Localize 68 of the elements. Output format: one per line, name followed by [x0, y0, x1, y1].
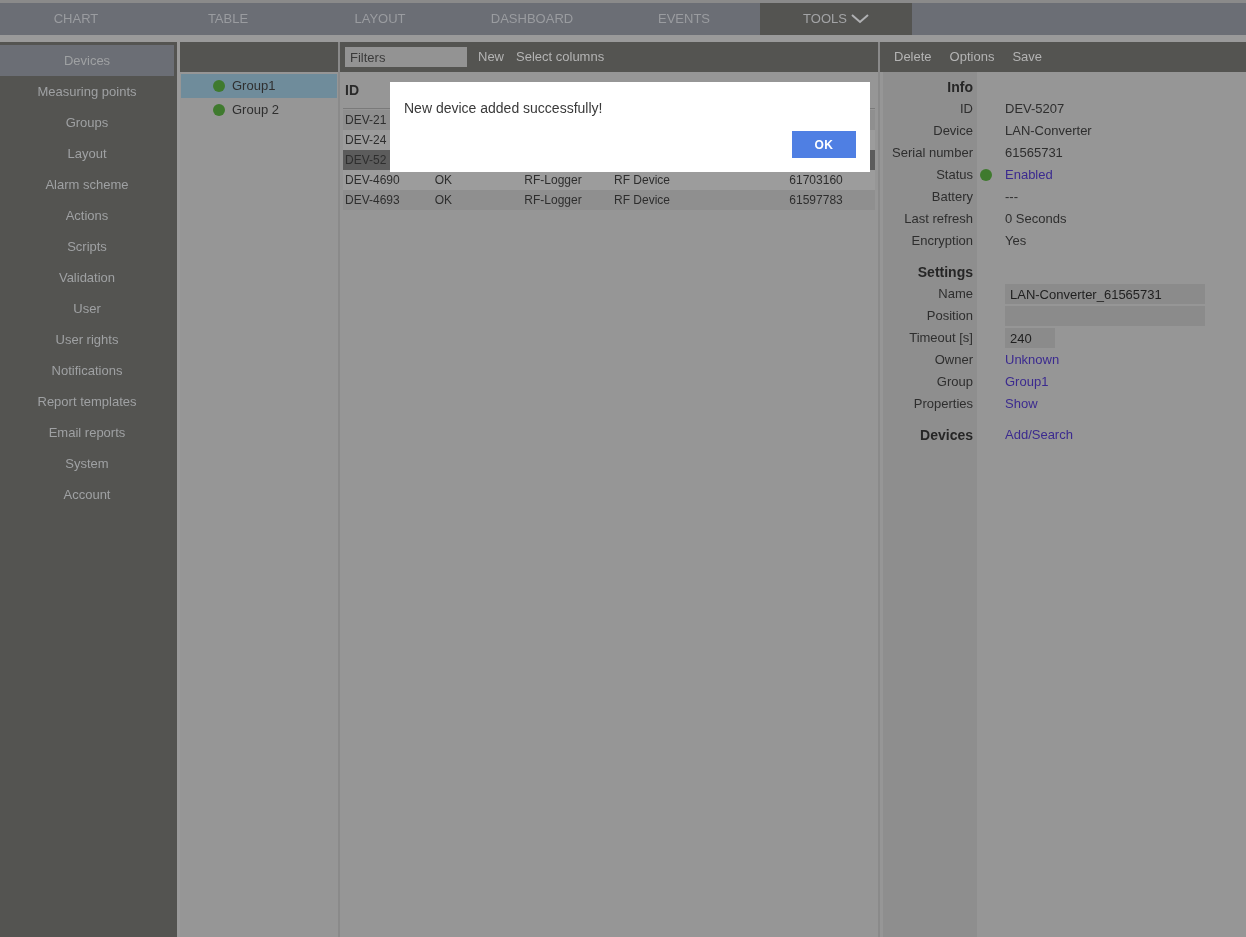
- text-field[interactable]: 240: [1005, 328, 1055, 348]
- table-cell-text: OK: [433, 172, 453, 189]
- field-label: Timeout [s]: [908, 329, 973, 348]
- sidebar-item[interactable]: Validation: [0, 262, 174, 293]
- dialog-message: New device added successfully!: [404, 99, 603, 118]
- toolbar-button[interactable]: Select columns: [515, 47, 606, 67]
- table-cell-text: RF-Logger: [523, 172, 583, 189]
- sidebar-item[interactable]: Layout: [0, 138, 174, 169]
- field-label: Status: [935, 166, 973, 185]
- sidebar-item[interactable]: User rights: [0, 324, 174, 355]
- field-label: ID: [959, 100, 973, 119]
- table-row[interactable]: DEV-4690 OK RF-Logger RF Device 61703160: [343, 170, 875, 190]
- field-label: Position: [925, 307, 973, 326]
- table-cell-text: 61597783: [788, 192, 844, 209]
- field-label: Group: [935, 373, 973, 392]
- sidebar-item[interactable]: System: [0, 448, 174, 479]
- field-value: DEV-5207: [1005, 100, 1065, 119]
- add-search-link[interactable]: Add/Search: [1005, 425, 1073, 445]
- field-value: ---: [1005, 188, 1018, 207]
- sidebar-item[interactable]: Account: [0, 479, 174, 510]
- sidebar-item[interactable]: Measuring points: [0, 76, 174, 107]
- table-cell-text: DEV-21: [344, 112, 388, 129]
- table-cell-text: RF Device: [613, 172, 672, 189]
- field-label: Last refresh: [903, 210, 973, 229]
- sidebar-item[interactable]: Groups: [0, 107, 174, 138]
- sidebar-item[interactable]: Email reports: [0, 417, 174, 448]
- filter-field[interactable]: Filters: [345, 47, 467, 67]
- section-title: Info: [946, 77, 973, 97]
- field-label: Encryption: [910, 232, 973, 251]
- sidebar-item[interactable]: Actions: [0, 200, 174, 231]
- table-cell-text: DEV-4693: [344, 192, 401, 209]
- field-label: Name: [937, 285, 973, 304]
- ok-button[interactable]: OK: [792, 131, 856, 158]
- table-cell-text: RF Device: [613, 192, 672, 209]
- value-link[interactable]: Group1: [1005, 372, 1049, 392]
- field-label: Owner: [933, 351, 973, 370]
- field-value: 61565731: [1005, 144, 1063, 163]
- field-label: Properties: [912, 395, 973, 414]
- sidebar-item[interactable]: Alarm scheme: [0, 169, 174, 200]
- table-cell-text: DEV-4690: [344, 172, 401, 189]
- table-cell-text: RF-Logger: [523, 192, 583, 209]
- sidebar-item[interactable]: User: [0, 293, 174, 324]
- table-cell-text: 61703160: [788, 172, 844, 189]
- sidebar-item[interactable]: Notifications: [0, 355, 174, 386]
- sidebar-item[interactable]: Report templates: [0, 386, 174, 417]
- field-value: Yes: [1005, 232, 1027, 251]
- field-label: Device: [932, 122, 973, 141]
- text-field[interactable]: LAN-Converter_61565731: [1005, 284, 1205, 304]
- nav-tab[interactable]: TOOLS: [760, 3, 912, 35]
- toolbar-button[interactable]: New: [477, 47, 505, 67]
- value-link[interactable]: Unknown: [1005, 350, 1060, 370]
- table-cell-text: DEV-24: [344, 132, 388, 149]
- section-title: Devices: [919, 425, 973, 445]
- field-label: Serial number: [891, 144, 973, 163]
- group-item[interactable]: Group 2: [181, 98, 337, 122]
- table-cell-text: OK: [433, 192, 453, 209]
- toolbar-button[interactable]: Save: [1012, 47, 1043, 67]
- table-row[interactable]: DEV-4693 OK RF-Logger RF Device 61597783: [343, 190, 875, 210]
- value-link[interactable]: Show: [1005, 394, 1038, 414]
- status-link[interactable]: Enabled: [1005, 165, 1053, 185]
- field-value: 0 Seconds: [1005, 210, 1067, 229]
- section-title: Settings: [916, 262, 973, 282]
- group-item[interactable]: Group1: [181, 74, 337, 98]
- field-label: Battery: [930, 188, 973, 207]
- toolbar-button[interactable]: Options: [949, 47, 995, 67]
- sidebar-item[interactable]: Scripts: [0, 231, 174, 262]
- field-value: LAN-Converter: [1005, 122, 1092, 141]
- toolbar-button[interactable]: Delete: [894, 47, 932, 67]
